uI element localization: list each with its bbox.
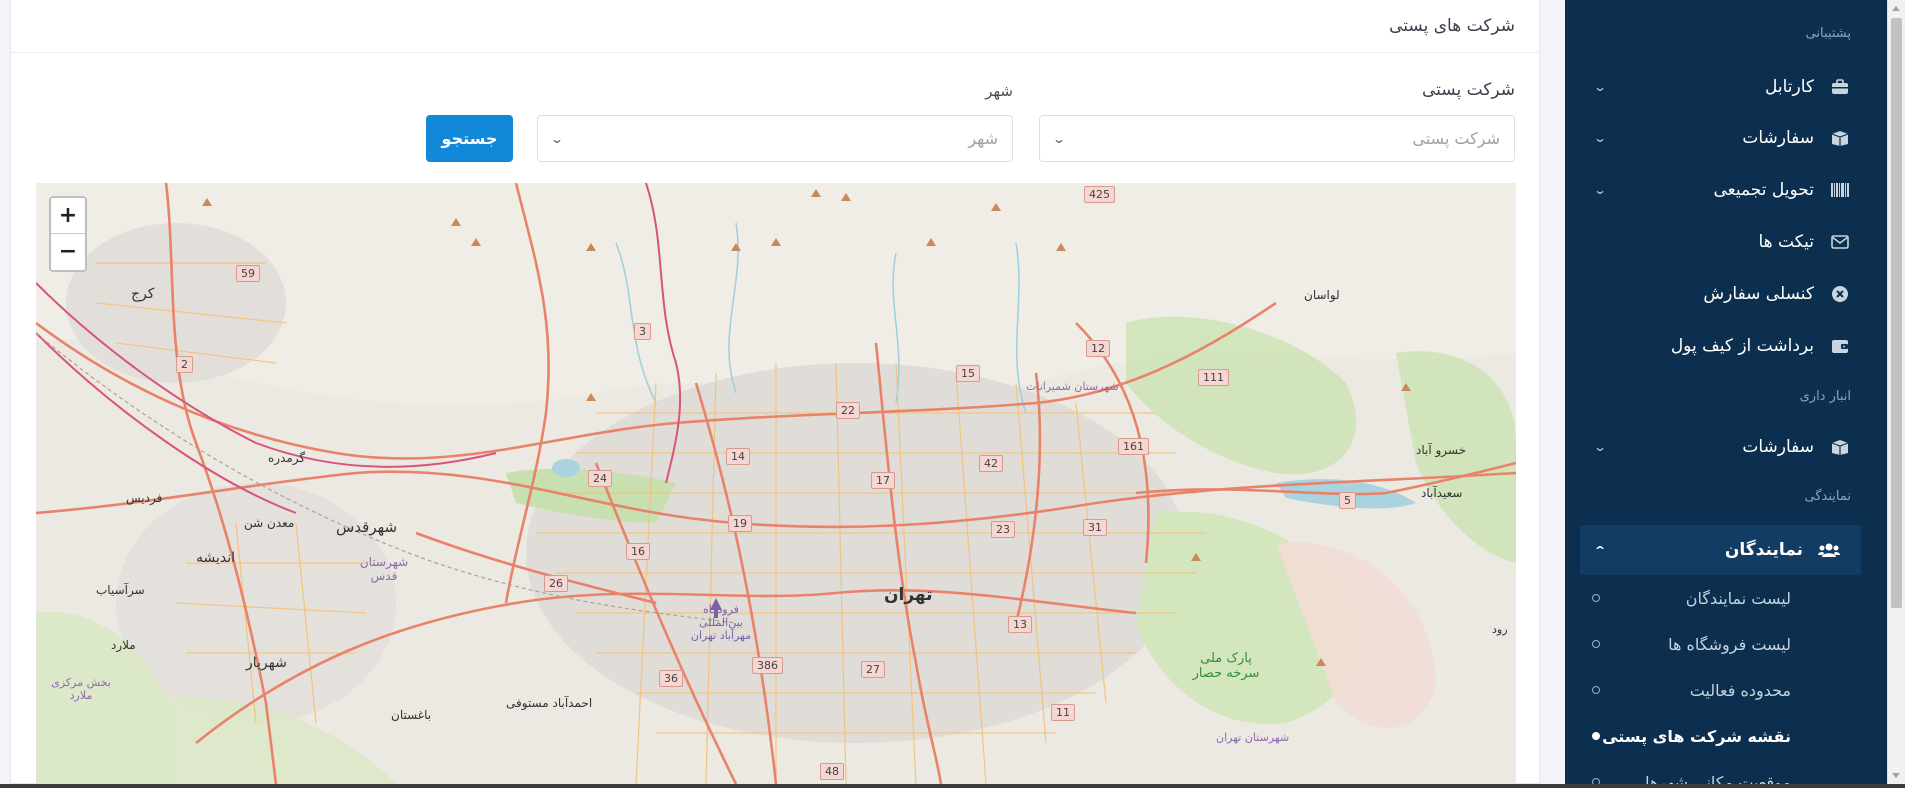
wallet-icon [1828,336,1852,356]
sidebar-item-label: تحویل تجمیعی [1713,180,1814,200]
box-icon [1828,128,1852,148]
sidebar-item-label: کنسلی سفارش [1703,284,1814,304]
chevron-down-icon: ⌄ [1592,183,1608,197]
page-scrollbar[interactable] [1887,0,1905,788]
zoom-out-button[interactable]: − [51,234,85,270]
scrollbar-thumb[interactable] [1891,18,1902,608]
sidebar-item-label: کارتابل [1765,77,1814,97]
chevron-down-icon: ⌄ [549,131,565,146]
page-title: شرکت های پستی [1389,16,1515,36]
bullet-icon [1592,732,1600,740]
chevron-down-icon: ⌄ [1051,131,1067,146]
zoom-control: + − [49,196,87,272]
bottom-strip [0,784,1905,788]
sidebar-subitem-label: لیست فروشگاه ها [1668,634,1791,654]
sidebar-item-label: برداشت از کیف پول [1670,336,1814,356]
scroll-up-arrow-icon[interactable] [1892,6,1900,11]
city-select[interactable]: شهر ⌄ [537,115,1013,162]
cancel-circle-icon [1828,284,1852,304]
sidebar-item-orders[interactable]: سفارشات ⌄ [1565,116,1887,160]
sidebar-item-wallet-withdraw[interactable]: برداشت از کیف پول [1565,324,1887,368]
sidebar-subitem-label: نقشه شرکت های پستی [1602,726,1791,746]
sidebar-subitem-agents-list[interactable]: لیست نمایندگان [1565,578,1887,618]
company-field-label: شرکت پستی [1421,80,1515,100]
bullet-icon [1592,640,1600,648]
sidebar-item-bulk-delivery[interactable]: تحویل تجمیعی ⌄ [1565,168,1887,212]
sidebar-item-agents[interactable]: نمایندگان ⌄ [1580,525,1861,575]
zoom-in-button[interactable]: + [51,198,85,234]
map-view[interactable]: کرج تهران شهرقدس شهرستان قدس اندیشه شهری… [36,183,1516,784]
users-icon [1817,540,1841,560]
sidebar-item-label: سفارشات [1742,128,1814,148]
sidebar-subitem-stores-list[interactable]: لیست فروشگاه ها [1565,624,1887,664]
sidebar-section-agency: نمایندگی [1804,489,1851,504]
chevron-up-icon: ⌄ [1592,543,1608,557]
company-select[interactable]: شرکت پستی ⌄ [1039,115,1515,162]
sidebar-item-kartabl[interactable]: کارتابل ⌄ [1565,65,1887,109]
sidebar-item-label: تیکت ها [1758,232,1815,252]
card-header: شرکت های پستی [11,0,1539,53]
barcode-icon [1828,180,1852,200]
sidebar-subitem-postal-map[interactable]: نقشه شرکت های پستی [1565,716,1887,756]
bullet-icon [1592,594,1600,602]
chevron-down-icon: ⌄ [1592,80,1608,94]
bullet-icon [1592,686,1600,694]
sidebar: پشتیبانی کارتابل ⌄ سفارشات ⌄ تحویل تجمیع… [1565,0,1887,788]
map-tiles [36,183,1516,784]
scroll-down-arrow-icon[interactable] [1892,773,1900,778]
sidebar-item-label: نمایندگان [1724,540,1803,560]
envelope-icon [1828,232,1852,252]
main-card: شرکت های پستی شرکت پستی شهر شرکت پستی ⌄ … [10,0,1540,784]
company-select-placeholder: شرکت پستی [1412,129,1500,148]
sidebar-subitem-label: لیست نمایندگان [1685,588,1791,608]
sidebar-item-label: سفارشات [1742,437,1814,457]
sidebar-item-tickets[interactable]: تیکت ها [1565,220,1887,264]
search-button[interactable]: جستجو [426,115,513,162]
city-field-label: شهر [985,82,1013,100]
sidebar-section-warehouse: انبار داری [1799,389,1851,404]
sidebar-item-warehouse-orders[interactable]: سفارشات ⌄ [1565,425,1887,469]
sidebar-item-order-cancel[interactable]: کنسلی سفارش [1565,272,1887,316]
sidebar-section-support: پشتیبانی [1805,26,1851,41]
sidebar-subitem-activity-area[interactable]: محدوده فعالیت [1565,670,1887,710]
sidebar-subitem-label: محدوده فعالیت [1689,680,1791,700]
city-select-placeholder: شهر [968,129,998,148]
briefcase-icon [1828,77,1852,97]
chevron-down-icon: ⌄ [1592,131,1608,145]
chevron-down-icon: ⌄ [1592,440,1608,454]
box-icon [1828,437,1852,457]
